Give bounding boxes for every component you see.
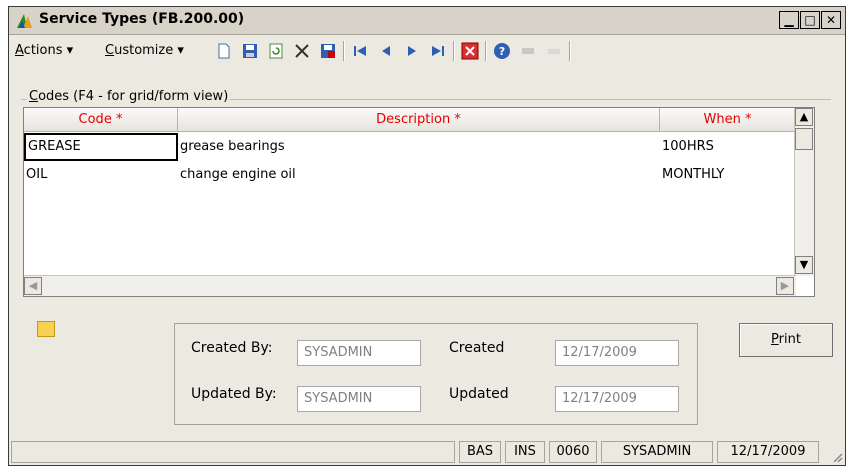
cancel-close-icon[interactable] — [461, 42, 479, 60]
previous-record-icon[interactable] — [377, 42, 395, 60]
status-date: 12/17/2009 — [717, 441, 819, 463]
maximize-button[interactable]: □ — [800, 11, 820, 29]
updated-by-field: SYSADMIN — [297, 386, 421, 412]
title-bar[interactable]: Service Types (FB.200.00) ▁ □ ✕ — [9, 7, 845, 35]
toolbar-separator — [343, 41, 345, 61]
app-logo-icon — [17, 14, 32, 28]
codes-group-label: Codes (F4 - for grid/form view) — [27, 89, 231, 104]
disabled-tool-icon — [522, 48, 534, 54]
vertical-scrollbar[interactable]: ▲ ▼ — [794, 108, 814, 276]
last-record-icon[interactable] — [429, 42, 447, 60]
table-row[interactable]: OIL change engine oil MONTHLY — [24, 161, 796, 189]
chevron-down-icon: ▾ — [66, 43, 74, 58]
toolbar-separator — [569, 41, 571, 61]
audit-info-panel: Created By: SYSADMIN Created 12/17/2009 … — [174, 323, 698, 425]
arrow-up-icon: ▲ — [799, 110, 809, 123]
refresh-icon[interactable] — [267, 42, 285, 60]
scroll-left-button[interactable]: ◀ — [24, 277, 42, 295]
note-icon[interactable] — [37, 321, 55, 337]
cell-when[interactable]: MONTHLY — [660, 161, 796, 189]
scroll-up-button[interactable]: ▲ — [795, 108, 813, 126]
status-bar: BAS INS 0060 SYSADMIN 12/17/2009 — [9, 439, 845, 465]
status-code: 0060 — [549, 441, 597, 463]
svg-text:?: ? — [499, 45, 505, 58]
close-window-button[interactable]: ✕ — [821, 11, 841, 29]
resize-grip-icon[interactable] — [831, 451, 843, 463]
minimize-icon: ▁ — [784, 13, 794, 27]
toolbar-separator — [453, 41, 455, 61]
column-header-code[interactable]: Code * — [24, 108, 178, 132]
cell-description[interactable]: grease bearings — [178, 133, 660, 161]
table-row[interactable]: GREASE grease bearings 100HRS — [24, 133, 796, 161]
cell-when[interactable]: 100HRS — [660, 133, 796, 161]
minimize-button[interactable]: ▁ — [779, 11, 799, 29]
arrow-down-icon: ▼ — [799, 258, 809, 271]
toolbar-separator — [485, 41, 487, 61]
scroll-right-button[interactable]: ▶ — [776, 277, 794, 295]
status-mode: INS — [505, 441, 545, 463]
save-close-icon[interactable] — [319, 42, 337, 60]
close-icon: ✕ — [825, 13, 837, 27]
scroll-down-button[interactable]: ▼ — [795, 256, 813, 274]
cell-description[interactable]: change engine oil — [178, 161, 660, 189]
updated-date-field: 12/17/2009 — [555, 386, 679, 412]
cell-code[interactable]: OIL — [24, 161, 178, 189]
maximize-icon: □ — [804, 13, 816, 27]
cell-code[interactable]: GREASE — [24, 133, 178, 161]
service-types-window: Service Types (FB.200.00) ▁ □ ✕ Actions … — [8, 6, 846, 466]
codes-group-hotkey: C — [29, 89, 39, 104]
actions-menu[interactable]: Actions ▾ — [15, 43, 73, 58]
customize-hotkey: C — [105, 43, 115, 58]
codes-group-text: odes (F4 - for grid/form view) — [38, 89, 229, 104]
print-hotkey: P — [771, 332, 779, 347]
status-user: SYSADMIN — [601, 441, 713, 463]
save-icon[interactable] — [241, 42, 259, 60]
disabled-tool-icon — [548, 49, 560, 54]
status-company: BAS — [459, 441, 501, 463]
created-by-label: Created By: — [191, 340, 273, 356]
delete-icon[interactable] — [293, 42, 311, 60]
updated-label: Updated — [449, 386, 509, 402]
arrow-right-icon: ▶ — [780, 279, 790, 292]
actions-label: ctions — [23, 43, 63, 58]
chevron-down-icon: ▾ — [177, 43, 184, 58]
column-header-description[interactable]: Description * — [178, 108, 660, 132]
created-label: Created — [449, 340, 505, 356]
actions-hotkey: A — [15, 43, 24, 58]
print-label: rint — [778, 332, 801, 347]
customize-label: ustomize — [114, 43, 174, 58]
next-record-icon[interactable] — [403, 42, 421, 60]
created-date-field: 12/17/2009 — [555, 340, 679, 366]
customize-menu[interactable]: Customize ▾ — [105, 43, 184, 58]
column-header-when[interactable]: When * — [660, 108, 796, 132]
horizontal-scrollbar[interactable]: ◀ ▶ — [24, 275, 796, 296]
toolbar: Actions ▾ Customize ▾ ? — [9, 35, 845, 67]
grid-header: Code * Description * When * — [24, 108, 796, 133]
new-icon[interactable] — [215, 42, 233, 60]
status-message-panel — [11, 441, 455, 463]
help-icon[interactable]: ? — [493, 42, 511, 60]
arrow-left-icon: ◀ — [28, 279, 38, 292]
codes-grid[interactable]: Code * Description * When * GREASE greas… — [23, 107, 815, 297]
updated-by-label: Updated By: — [191, 386, 277, 402]
print-button[interactable]: Print — [739, 323, 833, 357]
scroll-thumb[interactable] — [795, 128, 813, 150]
first-record-icon[interactable] — [351, 42, 369, 60]
created-by-field: SYSADMIN — [297, 340, 421, 366]
window-title: Service Types (FB.200.00) — [39, 11, 245, 27]
